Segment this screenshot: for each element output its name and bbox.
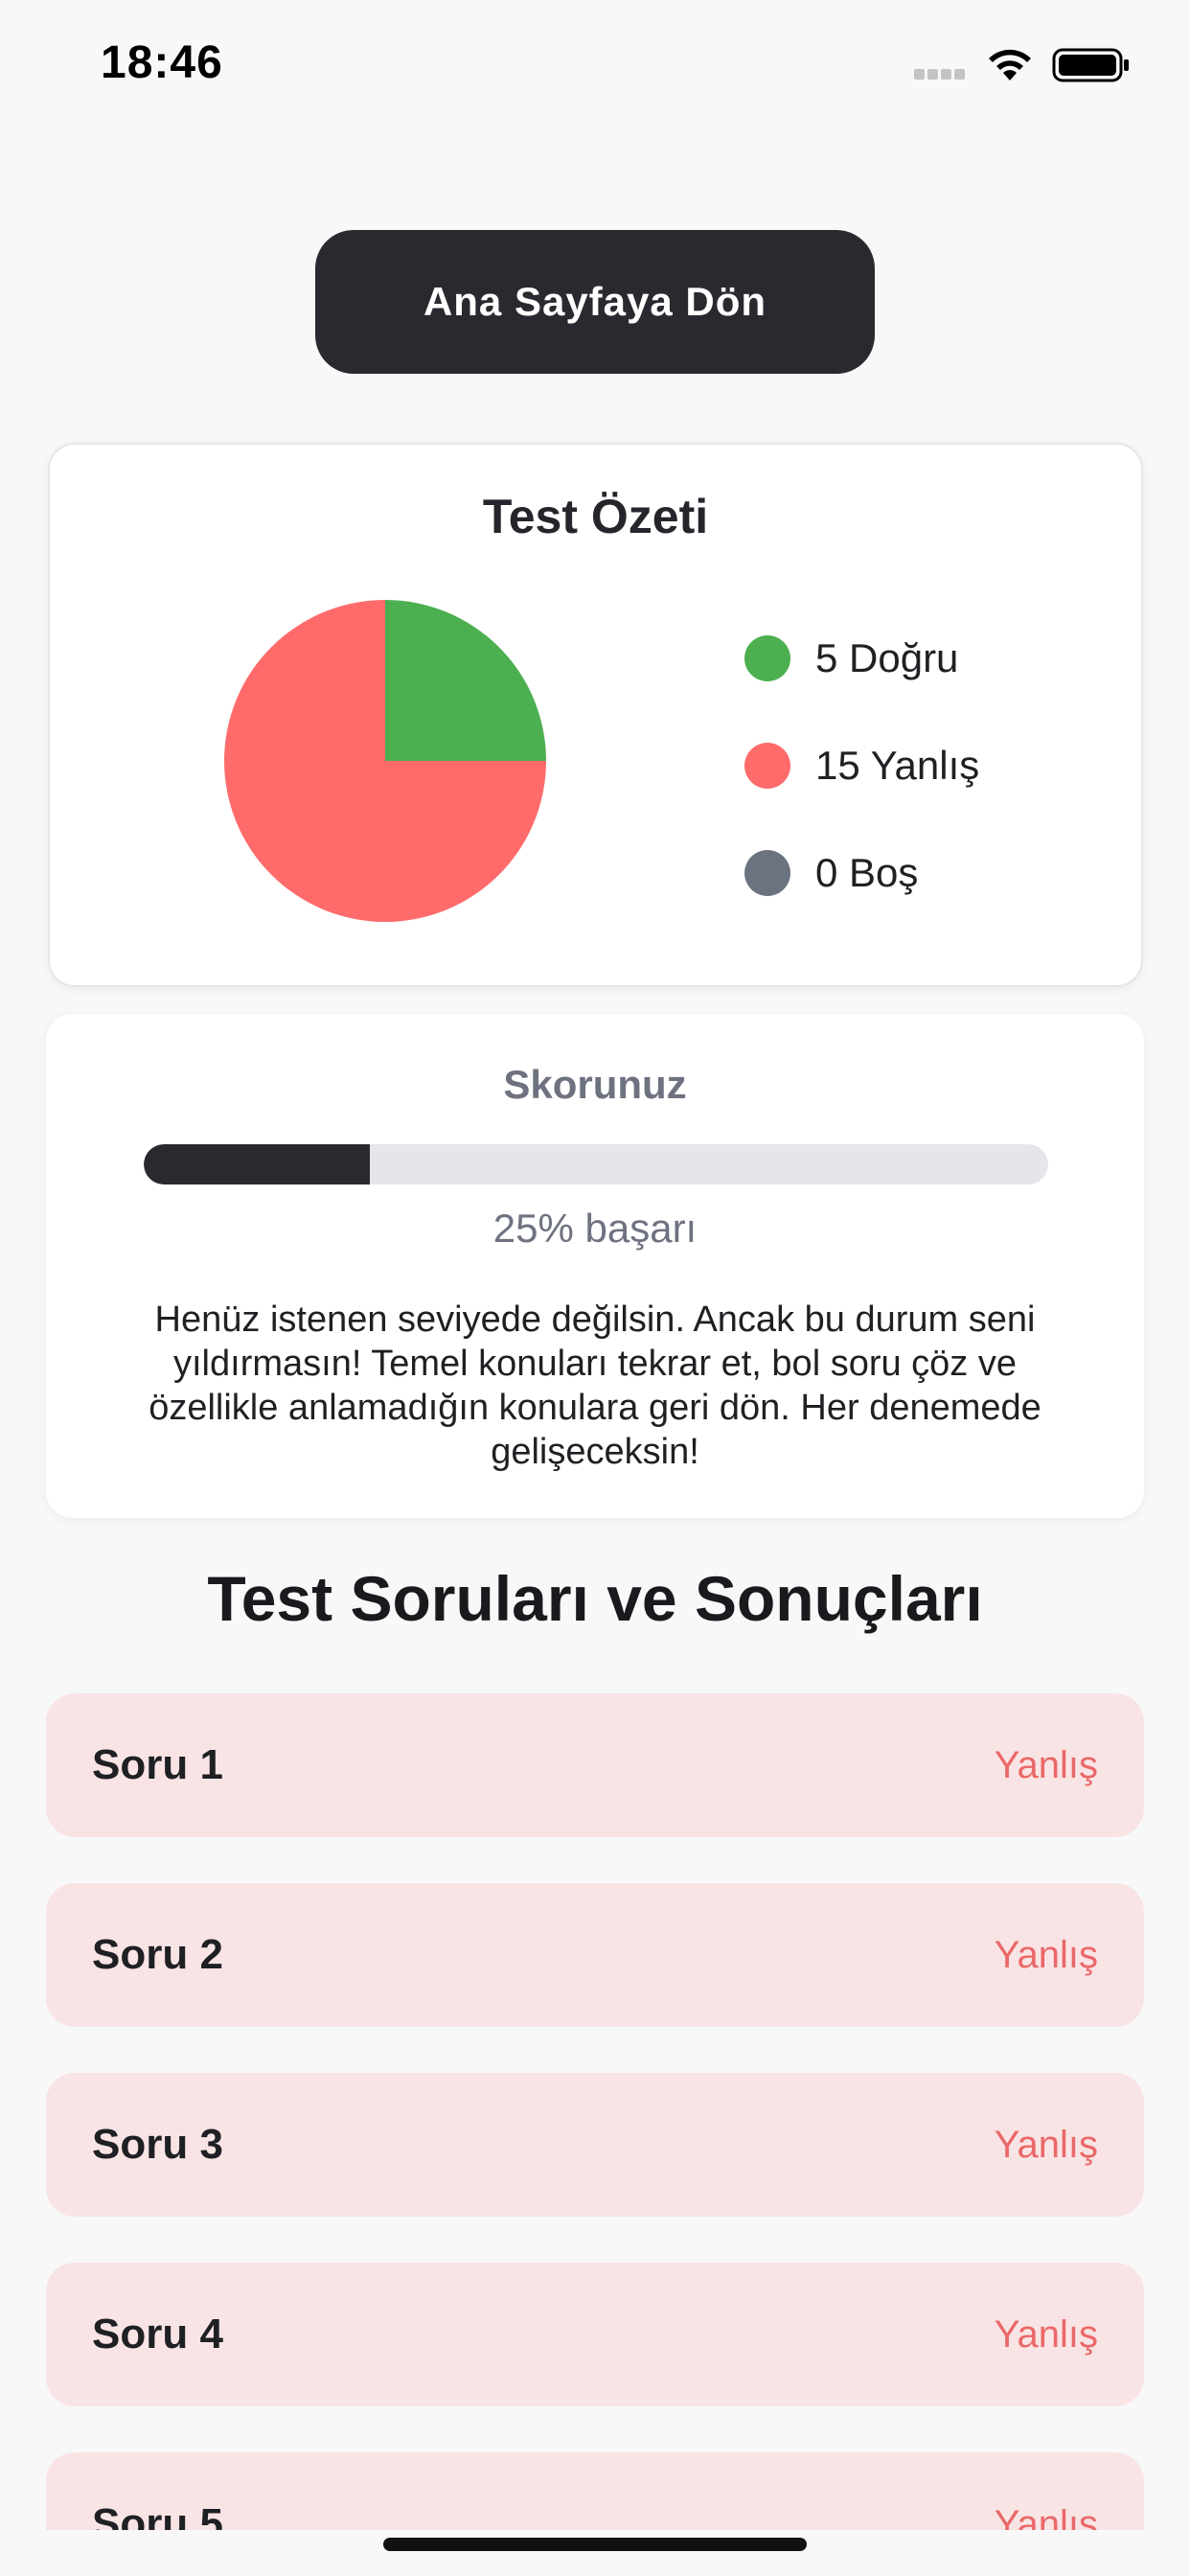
question-label: Soru 1 xyxy=(92,1741,223,1788)
status-bar: 18:46 xyxy=(0,0,1190,134)
back-to-home-button[interactable]: Ana Sayfaya Dön xyxy=(315,230,875,374)
question-result: Yanlış xyxy=(994,1933,1098,1976)
pie-slice-doğru xyxy=(385,600,546,761)
score-percent-label: 25% başarı xyxy=(492,1206,698,1251)
legend-item-wrong: 15 Yanlış xyxy=(744,739,979,793)
battery-icon xyxy=(1052,48,1129,82)
question-label: Soru 2 xyxy=(92,1931,223,1978)
question-list: Soru 1 Yanlış Soru 2 Yanlış Soru 3 Yanlı… xyxy=(46,1693,1144,2576)
question-row-2[interactable]: Soru 2 Yanlış xyxy=(46,1883,1144,2027)
legend-item-empty: 0 Boş xyxy=(744,846,979,900)
wifi-icon xyxy=(989,49,1031,80)
summary-title: Test Özeti xyxy=(482,490,709,543)
questions-section-title: Test Soruları ve Sonuçları xyxy=(207,1563,983,1634)
score-card: Skorunuz 25% başarı Henüz istenen seviye… xyxy=(46,1014,1144,1518)
legend-label-wrong: 15 Yanlış xyxy=(815,743,980,788)
legend-label-correct: 5 Doğru xyxy=(815,635,959,680)
legend-dot-correct xyxy=(744,635,790,681)
home-indicator[interactable] xyxy=(383,2538,807,2551)
question-label: Soru 3 xyxy=(92,2121,223,2168)
cellular-signal-icon xyxy=(914,67,970,80)
score-progress-fill xyxy=(144,1144,370,1184)
score-message: Henüz istenen seviyede değilsin. Ancak b… xyxy=(149,1300,1041,1472)
legend-label-empty: 0 Boş xyxy=(815,850,919,895)
question-label: Soru 4 xyxy=(92,2311,223,2358)
question-result: Yanlış xyxy=(994,2123,1098,2166)
summary-pie-chart xyxy=(224,600,546,922)
screen: 18:46 Ana Sayfaya Dön Test Özeti 5 Doğru xyxy=(0,0,1190,2576)
question-row-3[interactable]: Soru 3 Yanlış xyxy=(46,2073,1144,2217)
question-result: Yanlış xyxy=(994,2312,1098,2356)
legend-item-correct: 5 Doğru xyxy=(744,632,979,685)
test-summary-card: Test Özeti 5 Doğru 15 Yanlış 0 Boş xyxy=(48,443,1143,987)
status-time: 18:46 xyxy=(101,37,223,88)
question-row-1[interactable]: Soru 1 Yanlış xyxy=(46,1693,1144,1837)
legend-dot-empty xyxy=(744,850,790,896)
legend-dot-wrong xyxy=(744,743,790,789)
score-title: Skorunuz xyxy=(503,1062,687,1107)
question-result: Yanlış xyxy=(994,1743,1098,1786)
question-row-4[interactable]: Soru 4 Yanlış xyxy=(46,2263,1144,2406)
summary-legend: 5 Doğru 15 Yanlış 0 Boş xyxy=(744,632,979,954)
score-progress-bar xyxy=(144,1144,1048,1184)
